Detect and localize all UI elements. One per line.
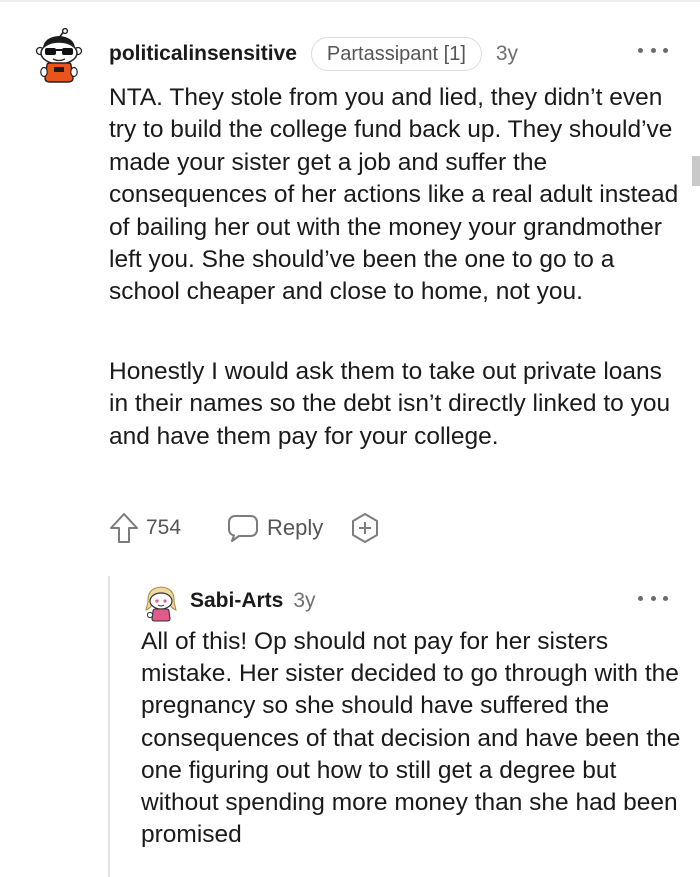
comment-body-paragraph-2: Honestly I would ask them to take out pr… xyxy=(109,358,671,450)
comment-meta: politicalinsensitive Partassipant [1] 3y xyxy=(109,36,518,72)
comment-age: 3y xyxy=(495,42,519,65)
comment-username[interactable]: politicalinsensitive xyxy=(109,42,297,66)
reply-label: Reply xyxy=(267,515,324,540)
add-award-icon xyxy=(352,513,379,543)
top-divider xyxy=(0,0,700,2)
comment-actions: 754 Reply xyxy=(108,508,381,548)
upvote-button[interactable]: 754 xyxy=(108,511,181,545)
upvote-arrow-icon xyxy=(110,513,138,543)
thread-line[interactable] xyxy=(108,576,110,877)
reply-user-avatar[interactable] xyxy=(144,584,178,622)
speech-bubble-icon xyxy=(228,515,259,542)
user-flair: Partassipant [1] xyxy=(310,37,482,71)
comment-body-paragraph-1: NTA. They stole from you and lied, they … xyxy=(109,84,679,306)
user-avatar[interactable] xyxy=(34,27,84,84)
add-award-button[interactable] xyxy=(349,512,381,544)
reply-more-options-icon[interactable] xyxy=(638,590,668,606)
snoo-avatar-icon xyxy=(35,27,83,83)
reply-button[interactable]: Reply xyxy=(227,513,323,543)
reply-age: 3y xyxy=(293,589,316,612)
reply-username[interactable]: Sabi-Arts xyxy=(190,589,283,613)
scrollbar-thumb[interactable] xyxy=(692,156,700,186)
reply-body: All of this! Op should not pay for her s… xyxy=(141,628,681,849)
vote-score: 754 xyxy=(146,516,182,539)
comment-more-options-icon[interactable] xyxy=(638,42,668,58)
reply-meta: Sabi-Arts 3y xyxy=(190,586,316,616)
snoo-avatar-pink-hair-icon xyxy=(145,586,177,622)
